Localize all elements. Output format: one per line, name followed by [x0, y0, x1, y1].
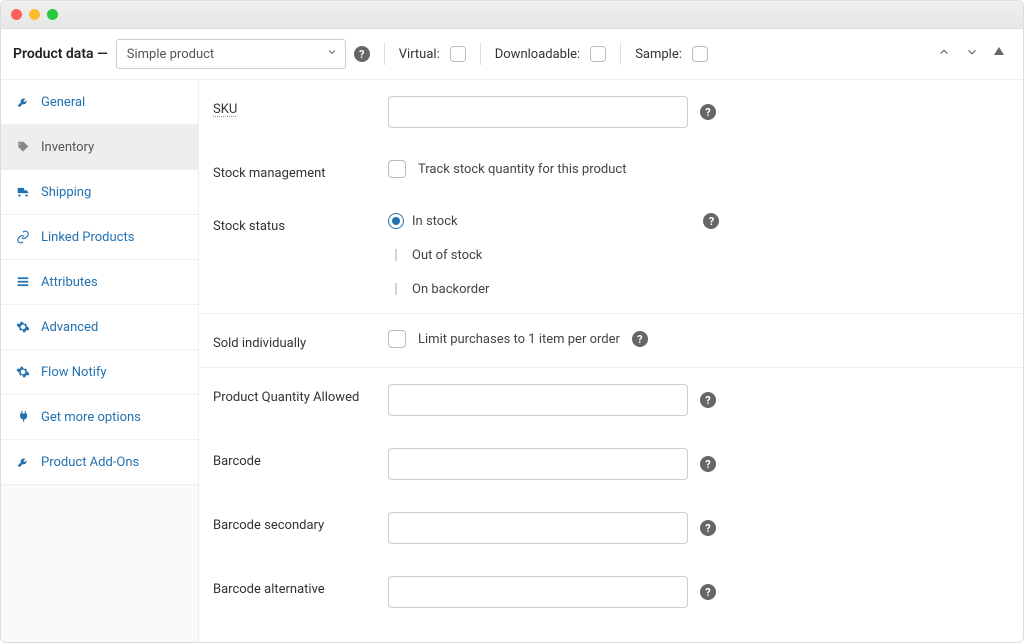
- window-titlebar: [1, 1, 1023, 29]
- field-row-product-quantity-allowed: Product Quantity Allowed ?: [199, 367, 1023, 432]
- panel-body: General Inventory Shipping Linked Produc…: [1, 80, 1023, 642]
- collapse-triangle-icon[interactable]: [993, 45, 1005, 63]
- gear-icon: [15, 319, 31, 335]
- downloadable-checkbox[interactable]: [590, 46, 606, 62]
- list-icon: [15, 274, 31, 290]
- stock-status-option-out-of-stock[interactable]: | Out of stock: [388, 247, 489, 263]
- sidebar-item-product-add-ons[interactable]: Product Add-Ons: [1, 440, 198, 485]
- close-icon[interactable]: [11, 9, 22, 20]
- sidebar-item-label: Inventory: [41, 140, 94, 155]
- sidebar-item-label: Shipping: [41, 185, 91, 200]
- product-quantity-allowed-input[interactable]: [388, 384, 688, 416]
- tag-icon: [15, 139, 31, 155]
- radio-icon: [388, 213, 404, 229]
- help-icon[interactable]: ?: [700, 104, 716, 120]
- field-row-sku: SKU ?: [199, 80, 1023, 144]
- help-icon[interactable]: ?: [632, 331, 648, 347]
- link-icon: [15, 229, 31, 245]
- sidebar-item-label: Linked Products: [41, 230, 134, 245]
- sidebar-item-general[interactable]: General: [1, 80, 198, 125]
- sidebar-item-label: Get more options: [41, 410, 141, 425]
- field-row-barcode-alternative: Barcode alternative ?: [199, 560, 1023, 624]
- radio-icon: |: [388, 281, 404, 297]
- product-quantity-allowed-label: Product Quantity Allowed: [213, 384, 388, 405]
- sidebar-item-attributes[interactable]: Attributes: [1, 260, 198, 305]
- sidebar-item-label: Product Add-Ons: [41, 455, 139, 470]
- wrench-icon: [15, 454, 31, 470]
- barcode-alternative-label: Barcode alternative: [213, 576, 388, 597]
- field-row-stock-status: Stock status In stock | Out of stock |: [199, 197, 1023, 313]
- stock-status-radio-group: In stock | Out of stock | On backorder: [388, 213, 489, 297]
- chevron-up-icon[interactable]: [937, 45, 951, 63]
- field-row-stock-management: Stock management Track stock quantity fo…: [199, 144, 1023, 197]
- gear-icon: [15, 364, 31, 380]
- downloadable-label: Downloadable:: [495, 47, 580, 62]
- stock-status-option-on-backorder[interactable]: | On backorder: [388, 281, 489, 297]
- sold-individually-checkbox-label: Limit purchases to 1 item per order: [418, 332, 620, 347]
- barcode-input[interactable]: [388, 448, 688, 480]
- truck-icon: [15, 184, 31, 200]
- panel-title: Product data —: [13, 46, 108, 62]
- tab-content-inventory: SKU ? Stock management Track stock quant…: [199, 80, 1023, 642]
- radio-icon: |: [388, 247, 404, 263]
- help-icon[interactable]: ?: [700, 520, 716, 536]
- sample-label: Sample:: [635, 47, 682, 62]
- field-row-barcode-secondary: Barcode secondary ?: [199, 496, 1023, 560]
- stock-management-label: Stock management: [213, 160, 388, 181]
- panel-header: Product data — Simple product ? Virtual:…: [1, 29, 1023, 80]
- sample-checkbox[interactable]: [692, 46, 708, 62]
- stock-management-checkbox-label: Track stock quantity for this product: [418, 162, 626, 177]
- help-icon[interactable]: ?: [700, 392, 716, 408]
- maximize-icon[interactable]: [47, 9, 58, 20]
- panel-toggle-controls: [937, 45, 1011, 63]
- sidebar-item-flow-notify[interactable]: Flow Notify: [1, 350, 198, 395]
- product-type-select[interactable]: Simple product: [116, 39, 346, 69]
- separator: [620, 43, 621, 65]
- minimize-icon[interactable]: [29, 9, 40, 20]
- separator: [480, 43, 481, 65]
- product-type-value: Simple product: [127, 47, 214, 62]
- field-row-sold-individually: Sold individually Limit purchases to 1 i…: [199, 313, 1023, 367]
- sidebar-item-label: Advanced: [41, 320, 98, 335]
- sidebar-item-shipping[interactable]: Shipping: [1, 170, 198, 215]
- virtual-label: Virtual:: [399, 47, 440, 62]
- barcode-label: Barcode: [213, 448, 388, 469]
- product-data-panel: Product data — Simple product ? Virtual:…: [0, 0, 1024, 643]
- field-row-barcode: Barcode ?: [199, 432, 1023, 496]
- radio-label: On backorder: [412, 282, 489, 297]
- sidebar-item-label: Attributes: [41, 275, 98, 290]
- stock-status-label: Stock status: [213, 213, 388, 234]
- barcode-alternative-input[interactable]: [388, 576, 688, 608]
- wrench-icon: [15, 94, 31, 110]
- barcode-secondary-label: Barcode secondary: [213, 512, 388, 533]
- sidebar-item-label: Flow Notify: [41, 365, 107, 380]
- help-icon[interactable]: ?: [700, 584, 716, 600]
- sold-individually-label: Sold individually: [213, 330, 388, 351]
- help-icon[interactable]: ?: [703, 213, 719, 229]
- plug-icon: [15, 409, 31, 425]
- stock-status-option-in-stock[interactable]: In stock: [388, 213, 489, 229]
- separator: [384, 43, 385, 65]
- sidebar-item-get-more-options[interactable]: Get more options: [1, 395, 198, 440]
- sku-label: SKU: [213, 96, 388, 117]
- sidebar-item-inventory[interactable]: Inventory: [1, 125, 198, 170]
- radio-label: Out of stock: [412, 248, 482, 263]
- barcode-secondary-input[interactable]: [388, 512, 688, 544]
- sidebar-item-linked-products[interactable]: Linked Products: [1, 215, 198, 260]
- help-icon[interactable]: ?: [354, 46, 370, 62]
- sidebar-item-label: General: [41, 95, 85, 110]
- virtual-checkbox[interactable]: [450, 46, 466, 62]
- chevron-down-icon[interactable]: [965, 45, 979, 63]
- radio-label: In stock: [412, 214, 458, 229]
- stock-management-checkbox[interactable]: [388, 160, 406, 178]
- sku-input[interactable]: [388, 96, 688, 128]
- tabs-sidebar: General Inventory Shipping Linked Produc…: [1, 80, 199, 642]
- sold-individually-checkbox[interactable]: [388, 330, 406, 348]
- help-icon[interactable]: ?: [700, 456, 716, 472]
- sidebar-item-advanced[interactable]: Advanced: [1, 305, 198, 350]
